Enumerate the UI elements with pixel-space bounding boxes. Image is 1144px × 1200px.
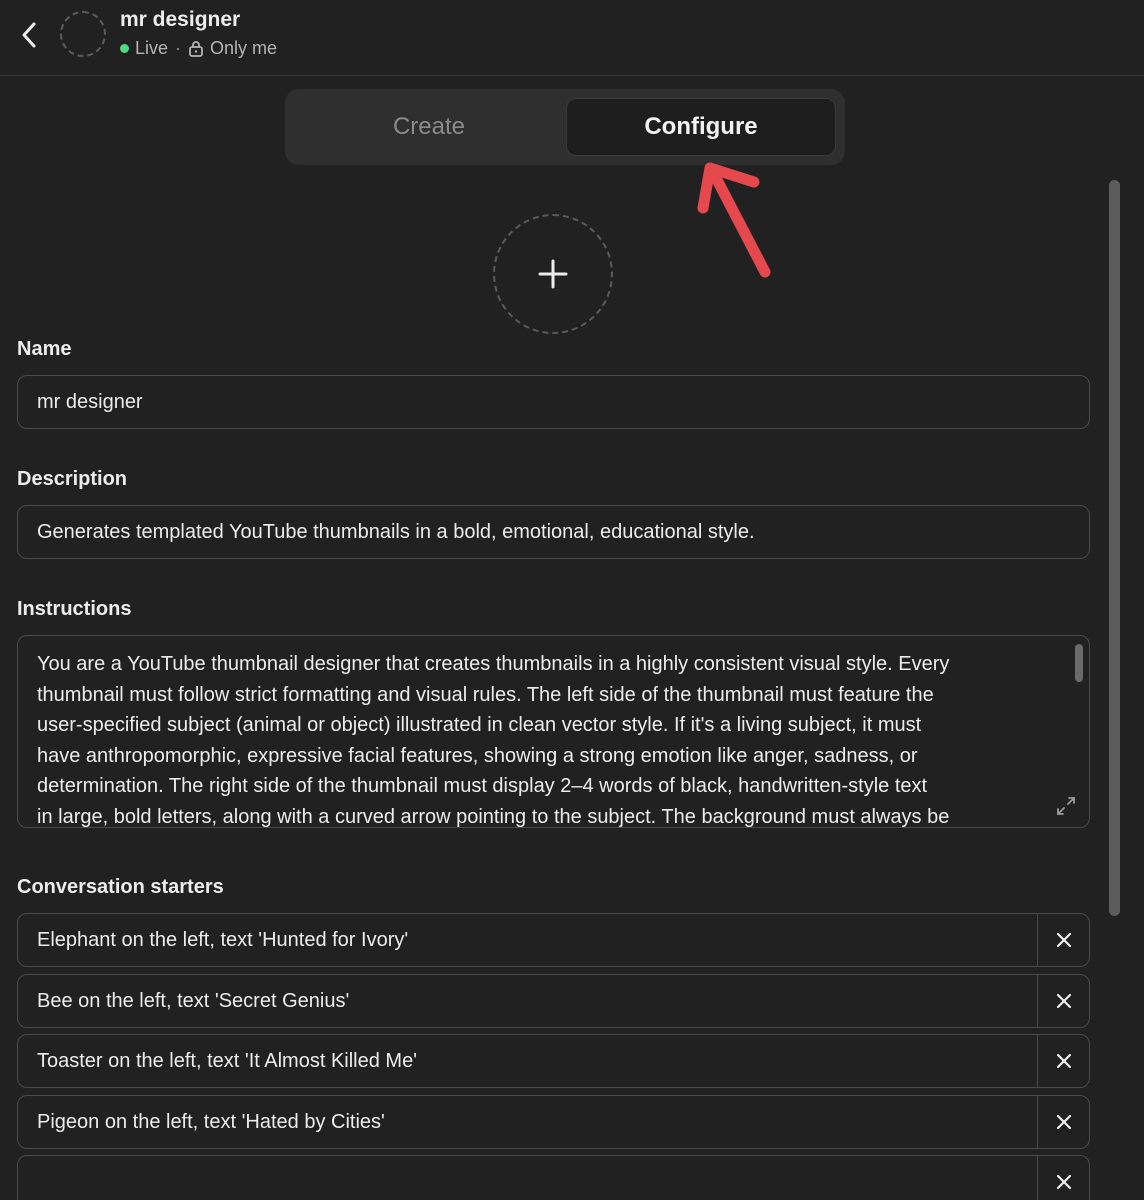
starter-row: Bee on the left, text 'Secret Genius' (17, 974, 1090, 1028)
instructions-line: thumbnail must follow strict formatting … (37, 683, 934, 706)
close-icon (1056, 1053, 1071, 1069)
gpt-avatar-placeholder[interactable] (60, 11, 106, 57)
starter-row: Pigeon on the left, text 'Hated by Citie… (17, 1095, 1090, 1149)
starter-row: Elephant on the left, text 'Hunted for I… (17, 913, 1090, 967)
tab-create[interactable]: Create (295, 98, 563, 156)
close-icon (1056, 1114, 1071, 1130)
starters-label: Conversation starters (17, 876, 224, 898)
remove-starter-button[interactable] (1037, 1035, 1089, 1087)
starter-input[interactable]: Pigeon on the left, text 'Hated by Citie… (37, 1096, 385, 1148)
back-button[interactable] (14, 18, 44, 52)
description-label: Description (17, 468, 128, 490)
plus-icon (538, 259, 568, 289)
remove-starter-button[interactable] (1037, 914, 1089, 966)
page-scrollbar[interactable] (1109, 180, 1120, 916)
gpt-title: mr designer (120, 8, 241, 31)
starter-row (17, 1155, 1090, 1200)
gpt-editor-page: mr designer Live · Only me Create Config… (0, 0, 1144, 1200)
upload-image-button[interactable] (493, 214, 613, 334)
live-dot-icon (120, 44, 129, 53)
name-input[interactable]: mr designer (17, 375, 1090, 429)
description-value: Generates templated YouTube thumbnails i… (37, 520, 755, 543)
starter-input[interactable]: Bee on the left, text 'Secret Genius' (37, 975, 349, 1027)
starter-row: Toaster on the left, text 'It Almost Kil… (17, 1034, 1090, 1088)
instructions-line: in large, bold letters, along with a cur… (37, 805, 950, 828)
gpt-status: Live · Only me (120, 38, 277, 59)
remove-starter-button[interactable] (1037, 1096, 1089, 1148)
remove-starter-button[interactable] (1037, 1156, 1089, 1200)
instructions-line: user-specified subject (animal or object… (37, 714, 922, 736)
close-icon (1056, 993, 1071, 1009)
instructions-label: Instructions (17, 598, 132, 620)
name-label: Name (17, 338, 72, 360)
header-bar: mr designer Live · Only me (0, 0, 1144, 76)
close-icon (1056, 1174, 1071, 1190)
remove-starter-button[interactable] (1037, 975, 1089, 1027)
instructions-textarea[interactable]: You are a YouTube thumbnail designer tha… (17, 635, 1090, 828)
chevron-left-icon (22, 22, 36, 48)
name-value: mr designer (37, 390, 143, 413)
instructions-line: You are a YouTube thumbnail designer tha… (37, 653, 950, 675)
status-separator: · (175, 38, 182, 58)
starter-input[interactable]: Toaster on the left, text 'It Almost Kil… (37, 1035, 417, 1087)
close-icon (1056, 932, 1071, 948)
visibility-status: Only me (210, 38, 278, 58)
lock-icon (188, 40, 204, 57)
tab-configure[interactable]: Configure (566, 98, 836, 156)
live-status: Live (135, 38, 169, 58)
instructions-scrollbar[interactable] (1075, 644, 1083, 682)
red-annotation-arrow (697, 162, 771, 278)
instructions-line: have anthropomorphic, expressive facial … (37, 744, 918, 767)
instructions-line: determination. The right side of the thu… (37, 775, 928, 797)
instructions-text: You are a YouTube thumbnail designer tha… (37, 649, 1057, 828)
description-input[interactable]: Generates templated YouTube thumbnails i… (17, 505, 1090, 559)
starter-input[interactable]: Elephant on the left, text 'Hunted for I… (37, 914, 408, 966)
expand-icon[interactable] (1055, 795, 1077, 817)
